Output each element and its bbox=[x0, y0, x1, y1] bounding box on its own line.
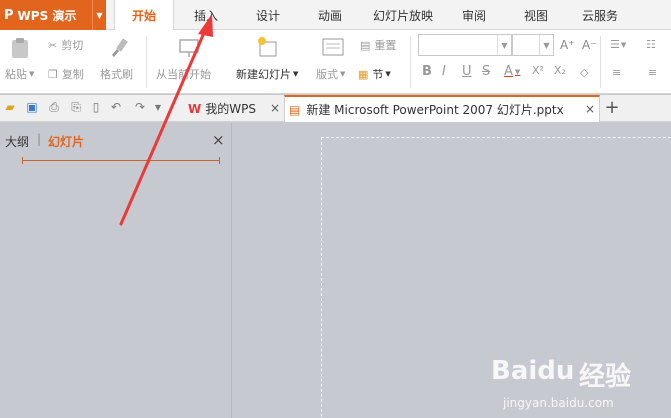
superscript-button[interactable]: X² bbox=[532, 64, 544, 77]
print-icon[interactable]: ⎘ bbox=[68, 99, 84, 115]
strikethrough-button[interactable]: S bbox=[482, 64, 490, 79]
ribbon-separator bbox=[600, 36, 601, 88]
close-icon[interactable]: × bbox=[212, 131, 225, 149]
section-button[interactable]: ▦ 节 ▼ bbox=[358, 66, 391, 82]
watermark-cn: 经验 bbox=[579, 362, 632, 392]
document-tab-bar: ▰ ▣ ⎙ ⎘ ▯ ↶ ↷ ▼ W 我的WPS × ▤ 新建 Microsoft… bbox=[0, 95, 671, 122]
watermark-brand: Baidu bbox=[491, 356, 575, 386]
pptx-file-icon: ▤ bbox=[289, 102, 301, 117]
bullet-list-icon[interactable]: ☰ ▼ bbox=[610, 38, 626, 51]
font-color-label: A bbox=[504, 64, 513, 79]
subscript-button[interactable]: X₂ bbox=[554, 64, 566, 77]
tab-divider: | bbox=[37, 132, 42, 146]
align-center-icon[interactable]: ≡ bbox=[648, 66, 657, 79]
bold-button[interactable]: B bbox=[422, 64, 432, 79]
grow-font-button[interactable]: A⁺ bbox=[560, 38, 575, 52]
ribbon-separator bbox=[146, 36, 147, 88]
italic-button[interactable]: I bbox=[442, 64, 446, 79]
folder-icon[interactable]: ▰ bbox=[2, 99, 18, 115]
reset-icon: ▤ bbox=[360, 38, 371, 52]
new-slide-button[interactable]: 新建幻灯片 ▼ bbox=[236, 66, 298, 82]
layout-button[interactable]: 版式 ▼ bbox=[316, 66, 345, 82]
brush-icon[interactable] bbox=[108, 36, 132, 60]
panel-tabs: 大纲 | 幻灯片 × bbox=[0, 123, 232, 153]
cut-label: 剪切 bbox=[61, 39, 84, 52]
eraser-icon[interactable]: ◇ bbox=[580, 66, 588, 79]
wps-w-icon: W bbox=[188, 101, 202, 116]
tab-animation[interactable]: 动画 bbox=[310, 0, 350, 30]
paste-label: 粘贴 bbox=[5, 68, 27, 81]
scissors-icon: ✂ bbox=[48, 38, 58, 52]
copy-label: 复制 bbox=[61, 68, 84, 81]
align-left-icon[interactable]: ≡ bbox=[612, 66, 621, 79]
shrink-font-button[interactable]: A⁻ bbox=[582, 38, 597, 52]
new-tab-button[interactable]: + bbox=[604, 97, 620, 118]
underline-button[interactable]: U bbox=[462, 64, 472, 79]
app-name: WPS 演示 bbox=[17, 8, 77, 23]
reset-button[interactable]: ▤ 重置 bbox=[360, 37, 396, 53]
tab-document[interactable]: ▤ 新建 Microsoft PowerPoint 2007 幻灯片.pptx … bbox=[284, 95, 600, 122]
document-icon[interactable]: ▯ bbox=[88, 99, 104, 115]
ribbon-separator bbox=[410, 36, 411, 88]
tab-review[interactable]: 审阅 bbox=[454, 0, 494, 30]
font-color-button[interactable]: A ▼ bbox=[504, 64, 520, 79]
section-icon: ▦ bbox=[358, 67, 369, 81]
save-icon[interactable]: ▣ bbox=[24, 99, 40, 115]
font-size-select[interactable]: ▼ bbox=[512, 34, 554, 56]
tab-design[interactable]: 设计 bbox=[248, 0, 288, 30]
paste-button[interactable]: 粘贴 ▼ bbox=[5, 66, 34, 82]
presentation-icon[interactable] bbox=[178, 36, 202, 60]
cut-button[interactable]: ✂ 剪切 bbox=[48, 37, 83, 53]
tab-slides[interactable]: 幻灯片 bbox=[48, 133, 84, 150]
tab-insert[interactable]: 插入 bbox=[186, 0, 226, 30]
from-current-button[interactable]: 从当前开始 bbox=[156, 66, 211, 82]
section-label: 节 bbox=[372, 68, 384, 81]
menu-bar: P WPS 演示 ▼ 开始 插入 设计 动画 幻灯片放映 审阅 视图 云服务 bbox=[0, 0, 671, 31]
format-painter-button[interactable]: 格式刷 bbox=[100, 66, 133, 82]
slide-insert-marker bbox=[22, 157, 220, 164]
chevron-down-icon: ▼ bbox=[539, 35, 553, 55]
redo-icon[interactable]: ↷ bbox=[132, 99, 148, 115]
tab-my-wps-label: 我的WPS bbox=[205, 102, 256, 116]
undo-icon[interactable]: ↶ bbox=[108, 99, 124, 115]
ribbon-toolbar: 粘贴 ▼ ✂ 剪切 ❐ 复制 格式刷 从当前开始 新建幻灯片 ▼ 版式 ▼ ▤ 重置 ▦ 节 ▼… bbox=[0, 30, 671, 94]
chevron-down-icon: ▼ bbox=[497, 35, 511, 55]
close-icon[interactable]: × bbox=[585, 102, 595, 116]
baidu-watermark: Baidu 经验 jingyan.baidu.com bbox=[491, 348, 671, 418]
wps-logo-icon: P bbox=[4, 7, 14, 23]
close-icon[interactable]: × bbox=[270, 101, 280, 115]
print-preview-icon[interactable]: ⎙ bbox=[46, 99, 62, 115]
copy-button[interactable]: ❐ 复制 bbox=[48, 66, 84, 82]
layout-label: 版式 bbox=[316, 68, 338, 81]
layout-icon[interactable] bbox=[322, 36, 346, 58]
reset-label: 重置 bbox=[374, 39, 397, 52]
tab-home[interactable]: 开始 bbox=[114, 0, 174, 31]
tab-document-label: 新建 Microsoft PowerPoint 2007 幻灯片.pptx bbox=[306, 103, 564, 117]
wps-app-button[interactable]: P WPS 演示 ▼ bbox=[0, 0, 106, 30]
copy-icon: ❐ bbox=[48, 67, 58, 81]
tab-outline[interactable]: 大纲 bbox=[5, 133, 29, 150]
tab-view[interactable]: 视图 bbox=[516, 0, 556, 30]
slides-panel: 大纲 | 幻灯片 × bbox=[0, 123, 232, 418]
paste-icon[interactable] bbox=[8, 36, 34, 60]
tab-slideshow[interactable]: 幻灯片放映 bbox=[366, 0, 440, 30]
new-slide-label: 新建幻灯片 bbox=[236, 68, 291, 81]
tab-my-wps[interactable]: W 我的WPS × bbox=[180, 95, 282, 122]
chevron-down-icon[interactable]: ▼ bbox=[92, 0, 106, 30]
new-slide-icon[interactable] bbox=[256, 34, 282, 60]
tab-cloud[interactable]: 云服务 bbox=[574, 0, 626, 30]
watermark-url: jingyan.baidu.com bbox=[503, 396, 614, 410]
numbered-list-icon[interactable]: ☷ bbox=[646, 38, 656, 51]
chevron-down-icon[interactable]: ▼ bbox=[150, 99, 166, 115]
font-name-select[interactable]: ▼ bbox=[418, 34, 512, 56]
